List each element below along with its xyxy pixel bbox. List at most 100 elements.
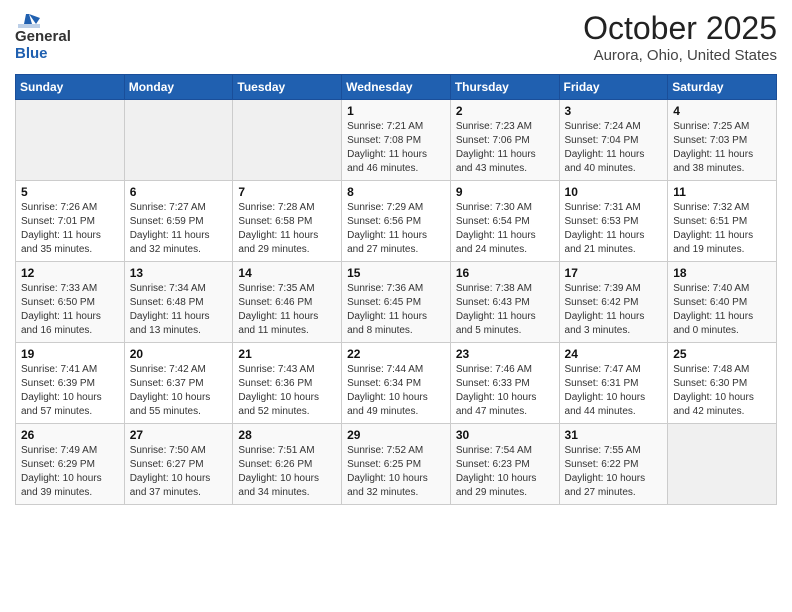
day-info: Sunrise: 7:43 AM Sunset: 6:36 PM Dayligh… — [238, 363, 336, 419]
day-info: Sunrise: 7:26 AM Sunset: 7:01 PM Dayligh… — [21, 201, 119, 257]
logo: General Blue — [15, 10, 71, 63]
day-number: 15 — [347, 266, 445, 280]
title-block: October 2025 Aurora, Ohio, United States — [583, 10, 777, 64]
day-number: 5 — [21, 185, 119, 199]
day-number: 27 — [130, 428, 228, 442]
logo-text-blue: Blue — [15, 45, 48, 62]
header-cell-saturday: Saturday — [668, 75, 777, 100]
calendar-cell: 12 Sunrise: 7:33 AM Sunset: 6:50 PM Dayli… — [16, 262, 125, 343]
day-number: 12 — [21, 266, 119, 280]
day-info: Sunrise: 7:54 AM Sunset: 6:23 PM Dayligh… — [456, 444, 554, 500]
day-info: Sunrise: 7:47 AM Sunset: 6:31 PM Dayligh… — [565, 363, 663, 419]
day-info: Sunrise: 7:41 AM Sunset: 6:39 PM Dayligh… — [21, 363, 119, 419]
calendar-title: October 2025 — [583, 10, 777, 47]
calendar-cell: 4Sunrise: 7:25 AM Sunset: 7:03 PM Daylig… — [668, 100, 777, 181]
day-number: 14 — [238, 266, 336, 280]
day-info: Sunrise: 7:48 AM Sunset: 6:30 PM Dayligh… — [673, 363, 771, 419]
calendar-cell: 27 Sunrise: 7:50 AM Sunset: 6:27 PM Dayli… — [124, 424, 233, 505]
day-info: Sunrise: 7:34 AM Sunset: 6:48 PM Dayligh… — [130, 282, 228, 338]
day-info: Sunrise: 7:24 AM Sunset: 7:04 PM Dayligh… — [565, 120, 663, 176]
calendar-cell — [233, 100, 342, 181]
calendar-row: 12 Sunrise: 7:33 AM Sunset: 6:50 PM Dayli… — [16, 262, 777, 343]
day-number: 30 — [456, 428, 554, 442]
day-number: 28 — [238, 428, 336, 442]
day-info: Sunrise: 7:27 AM Sunset: 6:59 PM Dayligh… — [130, 201, 228, 257]
header-cell-tuesday: Tuesday — [233, 75, 342, 100]
day-info: Sunrise: 7:38 AM Sunset: 6:43 PM Dayligh… — [456, 282, 554, 338]
day-number: 2 — [456, 104, 554, 118]
day-info: Sunrise: 7:50 AM Sunset: 6:27 PM Dayligh… — [130, 444, 228, 500]
calendar-cell: 11 Sunrise: 7:32 AM Sunset: 6:51 PM Dayli… — [668, 181, 777, 262]
logo-text-general: General — [15, 28, 71, 45]
day-number: 20 — [130, 347, 228, 361]
day-number: 17 — [565, 266, 663, 280]
day-info: Sunrise: 7:32 AM Sunset: 6:51 PM Dayligh… — [673, 201, 771, 257]
day-number: 23 — [456, 347, 554, 361]
calendar-cell: 1 Sunrise: 7:21 AM Sunset: 7:08 PM Daylig… — [342, 100, 451, 181]
calendar-body: 1 Sunrise: 7:21 AM Sunset: 7:08 PM Daylig… — [16, 100, 777, 505]
day-number: 1 — [347, 104, 445, 118]
day-info: Sunrise: 7:49 AM Sunset: 6:29 PM Dayligh… — [21, 444, 119, 500]
calendar-cell: 5 Sunrise: 7:26 AM Sunset: 7:01 PM Daylig… — [16, 181, 125, 262]
day-number: 10 — [565, 185, 663, 199]
calendar-row: 26Sunrise: 7:49 AM Sunset: 6:29 PM Dayli… — [16, 424, 777, 505]
day-info: Sunrise: 7:46 AM Sunset: 6:33 PM Dayligh… — [456, 363, 554, 419]
calendar-cell: 28 Sunrise: 7:51 AM Sunset: 6:26 PM Dayli… — [233, 424, 342, 505]
calendar-cell: 19 Sunrise: 7:41 AM Sunset: 6:39 PM Dayli… — [16, 343, 125, 424]
calendar-cell: 9 Sunrise: 7:30 AM Sunset: 6:54 PM Daylig… — [450, 181, 559, 262]
day-info: Sunrise: 7:44 AM Sunset: 6:34 PM Dayligh… — [347, 363, 445, 419]
day-info: Sunrise: 7:21 AM Sunset: 7:08 PM Dayligh… — [347, 120, 445, 176]
calendar-cell: 17 Sunrise: 7:39 AM Sunset: 6:42 PM Dayli… — [559, 262, 668, 343]
day-info: Sunrise: 7:28 AM Sunset: 6:58 PM Dayligh… — [238, 201, 336, 257]
day-number: 16 — [456, 266, 554, 280]
calendar-cell: 18Sunrise: 7:40 AM Sunset: 6:40 PM Dayli… — [668, 262, 777, 343]
calendar-cell: 8Sunrise: 7:29 AM Sunset: 6:56 PM Daylig… — [342, 181, 451, 262]
day-info: Sunrise: 7:31 AM Sunset: 6:53 PM Dayligh… — [565, 201, 663, 257]
header-cell-sunday: Sunday — [16, 75, 125, 100]
day-info: Sunrise: 7:40 AM Sunset: 6:40 PM Dayligh… — [673, 282, 771, 338]
calendar-row: 19 Sunrise: 7:41 AM Sunset: 6:39 PM Dayli… — [16, 343, 777, 424]
calendar-subtitle: Aurora, Ohio, United States — [583, 47, 777, 64]
day-number: 13 — [130, 266, 228, 280]
day-info: Sunrise: 7:36 AM Sunset: 6:45 PM Dayligh… — [347, 282, 445, 338]
calendar-cell: 31Sunrise: 7:55 AM Sunset: 6:22 PM Dayli… — [559, 424, 668, 505]
calendar-cell: 30 Sunrise: 7:54 AM Sunset: 6:23 PM Dayli… — [450, 424, 559, 505]
calendar-cell: 16 Sunrise: 7:38 AM Sunset: 6:43 PM Dayli… — [450, 262, 559, 343]
calendar-cell: 14 Sunrise: 7:35 AM Sunset: 6:46 PM Dayli… — [233, 262, 342, 343]
day-number: 9 — [456, 185, 554, 199]
day-number: 11 — [673, 185, 771, 199]
logo-icon — [18, 10, 40, 28]
day-number: 4 — [673, 104, 771, 118]
day-info: Sunrise: 7:52 AM Sunset: 6:25 PM Dayligh… — [347, 444, 445, 500]
header-cell-monday: Monday — [124, 75, 233, 100]
day-number: 3 — [565, 104, 663, 118]
day-info: Sunrise: 7:39 AM Sunset: 6:42 PM Dayligh… — [565, 282, 663, 338]
calendar-cell: 20 Sunrise: 7:42 AM Sunset: 6:37 PM Dayli… — [124, 343, 233, 424]
header-cell-wednesday: Wednesday — [342, 75, 451, 100]
day-info: Sunrise: 7:35 AM Sunset: 6:46 PM Dayligh… — [238, 282, 336, 338]
day-number: 7 — [238, 185, 336, 199]
calendar-cell: 24 Sunrise: 7:47 AM Sunset: 6:31 PM Dayli… — [559, 343, 668, 424]
calendar-cell: 22 Sunrise: 7:44 AM Sunset: 6:34 PM Dayli… — [342, 343, 451, 424]
calendar-cell: 6Sunrise: 7:27 AM Sunset: 6:59 PM Daylig… — [124, 181, 233, 262]
calendar-cell: 2Sunrise: 7:23 AM Sunset: 7:06 PM Daylig… — [450, 100, 559, 181]
calendar-table: SundayMondayTuesdayWednesdayThursdayFrid… — [15, 74, 777, 505]
day-info: Sunrise: 7:30 AM Sunset: 6:54 PM Dayligh… — [456, 201, 554, 257]
calendar-cell: 10 Sunrise: 7:31 AM Sunset: 6:53 PM Dayli… — [559, 181, 668, 262]
day-number: 25 — [673, 347, 771, 361]
day-number: 22 — [347, 347, 445, 361]
calendar-cell: 23 Sunrise: 7:46 AM Sunset: 6:33 PM Dayli… — [450, 343, 559, 424]
day-number: 19 — [21, 347, 119, 361]
calendar-cell: 7 Sunrise: 7:28 AM Sunset: 6:58 PM Daylig… — [233, 181, 342, 262]
day-info: Sunrise: 7:42 AM Sunset: 6:37 PM Dayligh… — [130, 363, 228, 419]
day-number: 24 — [565, 347, 663, 361]
calendar-cell: 25 Sunrise: 7:48 AM Sunset: 6:30 PM Dayli… — [668, 343, 777, 424]
day-info: Sunrise: 7:33 AM Sunset: 6:50 PM Dayligh… — [21, 282, 119, 338]
calendar-cell: 29Sunrise: 7:52 AM Sunset: 6:25 PM Dayli… — [342, 424, 451, 505]
day-info: Sunrise: 7:51 AM Sunset: 6:26 PM Dayligh… — [238, 444, 336, 500]
calendar-cell — [124, 100, 233, 181]
calendar-cell — [668, 424, 777, 505]
day-number: 8 — [347, 185, 445, 199]
page: General Blue October 2025 Aurora, Ohio, … — [0, 0, 792, 612]
day-number: 31 — [565, 428, 663, 442]
